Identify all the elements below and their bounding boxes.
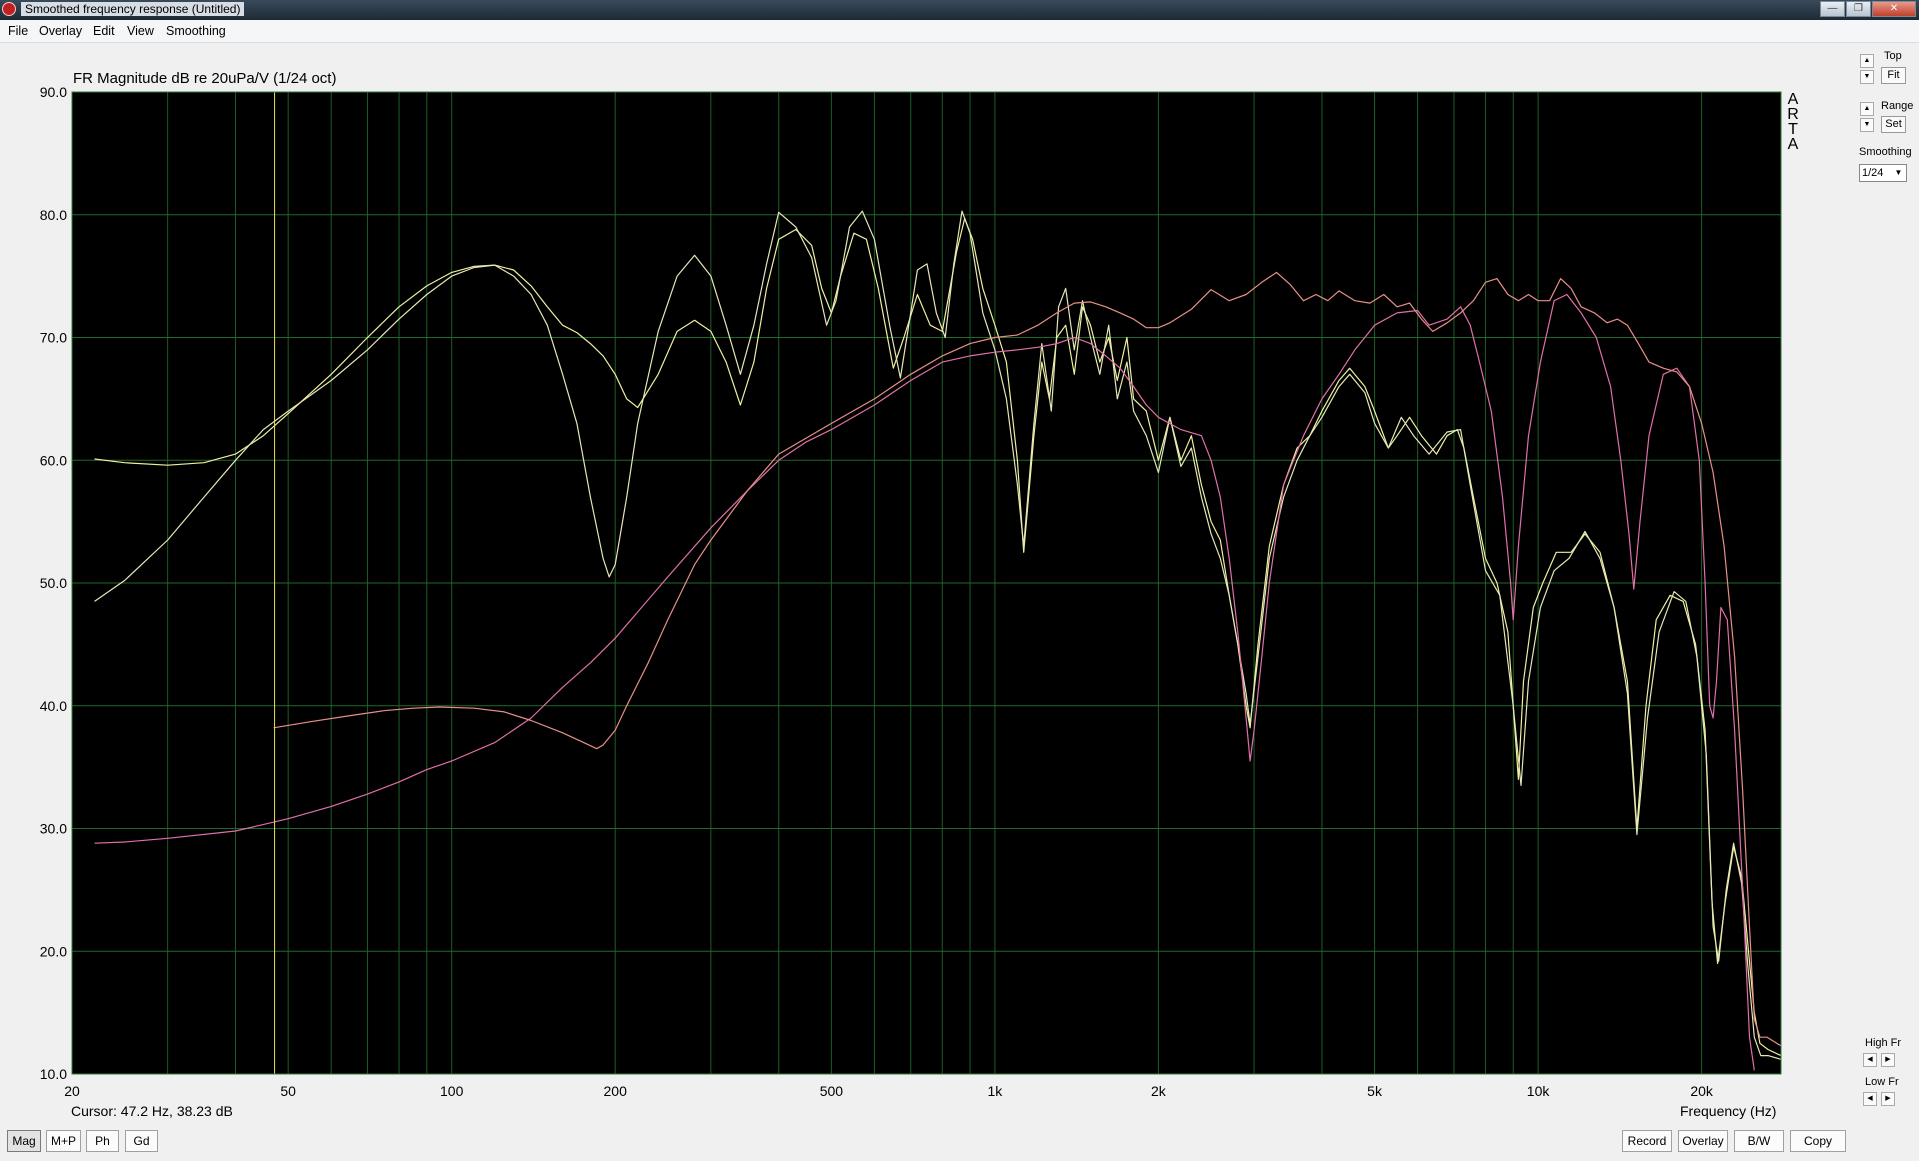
bw-button[interactable]: B/W [1734,1130,1784,1152]
low-fr-label: Low Fr [1865,1076,1899,1088]
range-label: Range [1881,100,1914,112]
chart-title: FR Magnitude dB re 20uPa/V (1/24 oct) [73,70,337,87]
smoothing-value: 1/24 [1862,167,1884,179]
record-button[interactable]: Record [1622,1130,1672,1152]
window-titlebar: Smoothed frequency response (Untitled) —… [0,0,1919,20]
mag-button[interactable]: Mag [7,1130,41,1152]
watermark-letter: A [1787,91,1799,108]
fit-button[interactable]: Fit [1881,67,1906,84]
side-panel: ▲ ▼ Top Fit ▲ ▼ Range Set Smoothing 1/24… [1848,48,1919,1118]
menu-overlay[interactable]: Overlay [39,24,82,38]
copy-button[interactable]: Copy [1790,1130,1846,1152]
restore-icon[interactable]: ❐ [1846,1,1871,17]
phase-button[interactable]: Ph [86,1130,119,1152]
plot-area [7,48,1845,1124]
arta-watermark: A R T A [1785,91,1801,153]
high-fr-label: High Fr [1865,1037,1902,1049]
watermark-letter: A [1787,136,1799,153]
minimize-icon[interactable]: — [1820,1,1845,17]
menu-edit[interactable]: Edit [93,24,115,38]
top-down-icon[interactable]: ▼ [1860,70,1874,84]
smoothing-label: Smoothing [1859,146,1912,158]
mag-phase-button[interactable]: M+P [46,1130,81,1152]
overlay-button[interactable]: Overlay [1678,1130,1728,1152]
x-axis-title: Frequency (Hz) [1680,1103,1777,1119]
top-label: Top [1884,50,1902,62]
range-down-icon[interactable]: ▼ [1860,118,1874,132]
low-fr-left-icon[interactable]: ◀ [1863,1092,1877,1106]
bottom-toolbar: Mag M+P Ph Gd Record Overlay B/W Copy [0,1126,1919,1161]
top-up-icon[interactable]: ▲ [1860,54,1874,68]
watermark-letter: R [1787,106,1799,123]
set-button[interactable]: Set [1881,116,1906,133]
group-delay-button[interactable]: Gd [125,1130,158,1152]
window-title: Smoothed frequency response (Untitled) [21,2,245,16]
app-icon [2,2,16,16]
menu-bar: File Overlay Edit View Smoothing [0,20,1919,43]
smoothing-select[interactable]: 1/24 ▼ [1859,164,1907,182]
high-fr-left-icon[interactable]: ◀ [1863,1053,1877,1067]
watermark-letter: T [1788,121,1798,138]
menu-file[interactable]: File [8,24,28,38]
menu-smoothing[interactable]: Smoothing [166,24,226,38]
menu-view[interactable]: View [127,24,154,38]
high-fr-right-icon[interactable]: ▶ [1881,1053,1895,1067]
cursor-readout: Cursor: 47.2 Hz, 38.23 dB [71,1103,233,1119]
close-icon[interactable]: ✕ [1872,1,1916,17]
range-up-icon[interactable]: ▲ [1860,102,1874,116]
chevron-down-icon: ▼ [1894,168,1903,177]
low-fr-right-icon[interactable]: ▶ [1881,1092,1895,1106]
